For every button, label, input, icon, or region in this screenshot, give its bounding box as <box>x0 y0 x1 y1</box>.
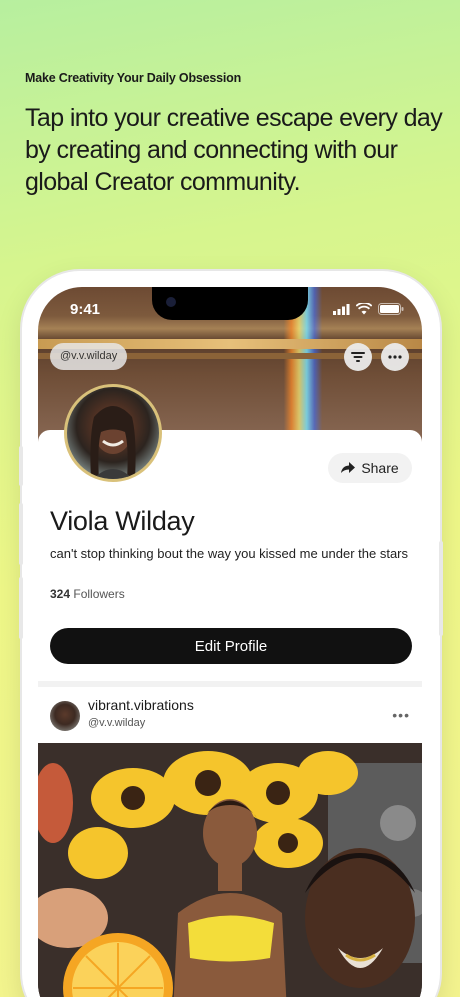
edit-profile-button[interactable]: Edit Profile <box>50 628 412 664</box>
battery-icon <box>378 303 404 315</box>
phone-mockup: 9:41 @v.v.wilday Share Viola Wilday can'… <box>19 271 443 997</box>
app-screen: 9:41 @v.v.wilday Share Viola Wilday can'… <box>38 287 422 997</box>
followers-number: 324 <box>50 587 71 601</box>
filter-icon <box>351 352 365 362</box>
phone-side-button <box>19 446 23 486</box>
signal-icon <box>333 303 350 315</box>
post-image[interactable] <box>38 743 422 997</box>
post-avatar[interactable] <box>50 701 80 731</box>
followers-label: Followers <box>73 587 125 601</box>
post-collage-art <box>38 743 422 997</box>
profile-name: Viola Wilday <box>50 506 195 536</box>
post-more-button[interactable]: ••• <box>392 707 410 723</box>
more-icon <box>388 355 402 359</box>
share-arrow-icon <box>341 462 356 473</box>
phone-volume-up <box>19 503 23 565</box>
eyebrow-text: Make Creativity Your Daily Obsession <box>25 71 242 85</box>
headline-text: Tap into your creative escape every day … <box>25 104 443 196</box>
status-icons <box>333 303 404 315</box>
filter-button[interactable] <box>344 343 372 371</box>
camera-lens-icon <box>166 297 176 307</box>
status-time: 9:41 <box>70 301 101 318</box>
profile-bio: can't stop thinking bout the way you kis… <box>50 546 409 561</box>
share-label: Share <box>361 460 399 476</box>
avatar[interactable] <box>64 384 162 482</box>
section-divider <box>38 681 422 687</box>
post-username[interactable]: vibrant.vibrations <box>88 697 194 713</box>
phone-volume-down <box>19 577 23 639</box>
followers-count[interactable]: 324 Followers <box>50 587 125 601</box>
wifi-icon <box>356 303 372 315</box>
post-handle: @v.v.wilday <box>88 717 146 729</box>
profile-handle-chip[interactable]: @v.v.wilday <box>50 343 128 370</box>
avatar-portrait <box>90 406 136 479</box>
more-options-button[interactable] <box>381 343 409 371</box>
phone-power-button <box>439 541 443 636</box>
share-button[interactable]: Share <box>328 453 412 483</box>
